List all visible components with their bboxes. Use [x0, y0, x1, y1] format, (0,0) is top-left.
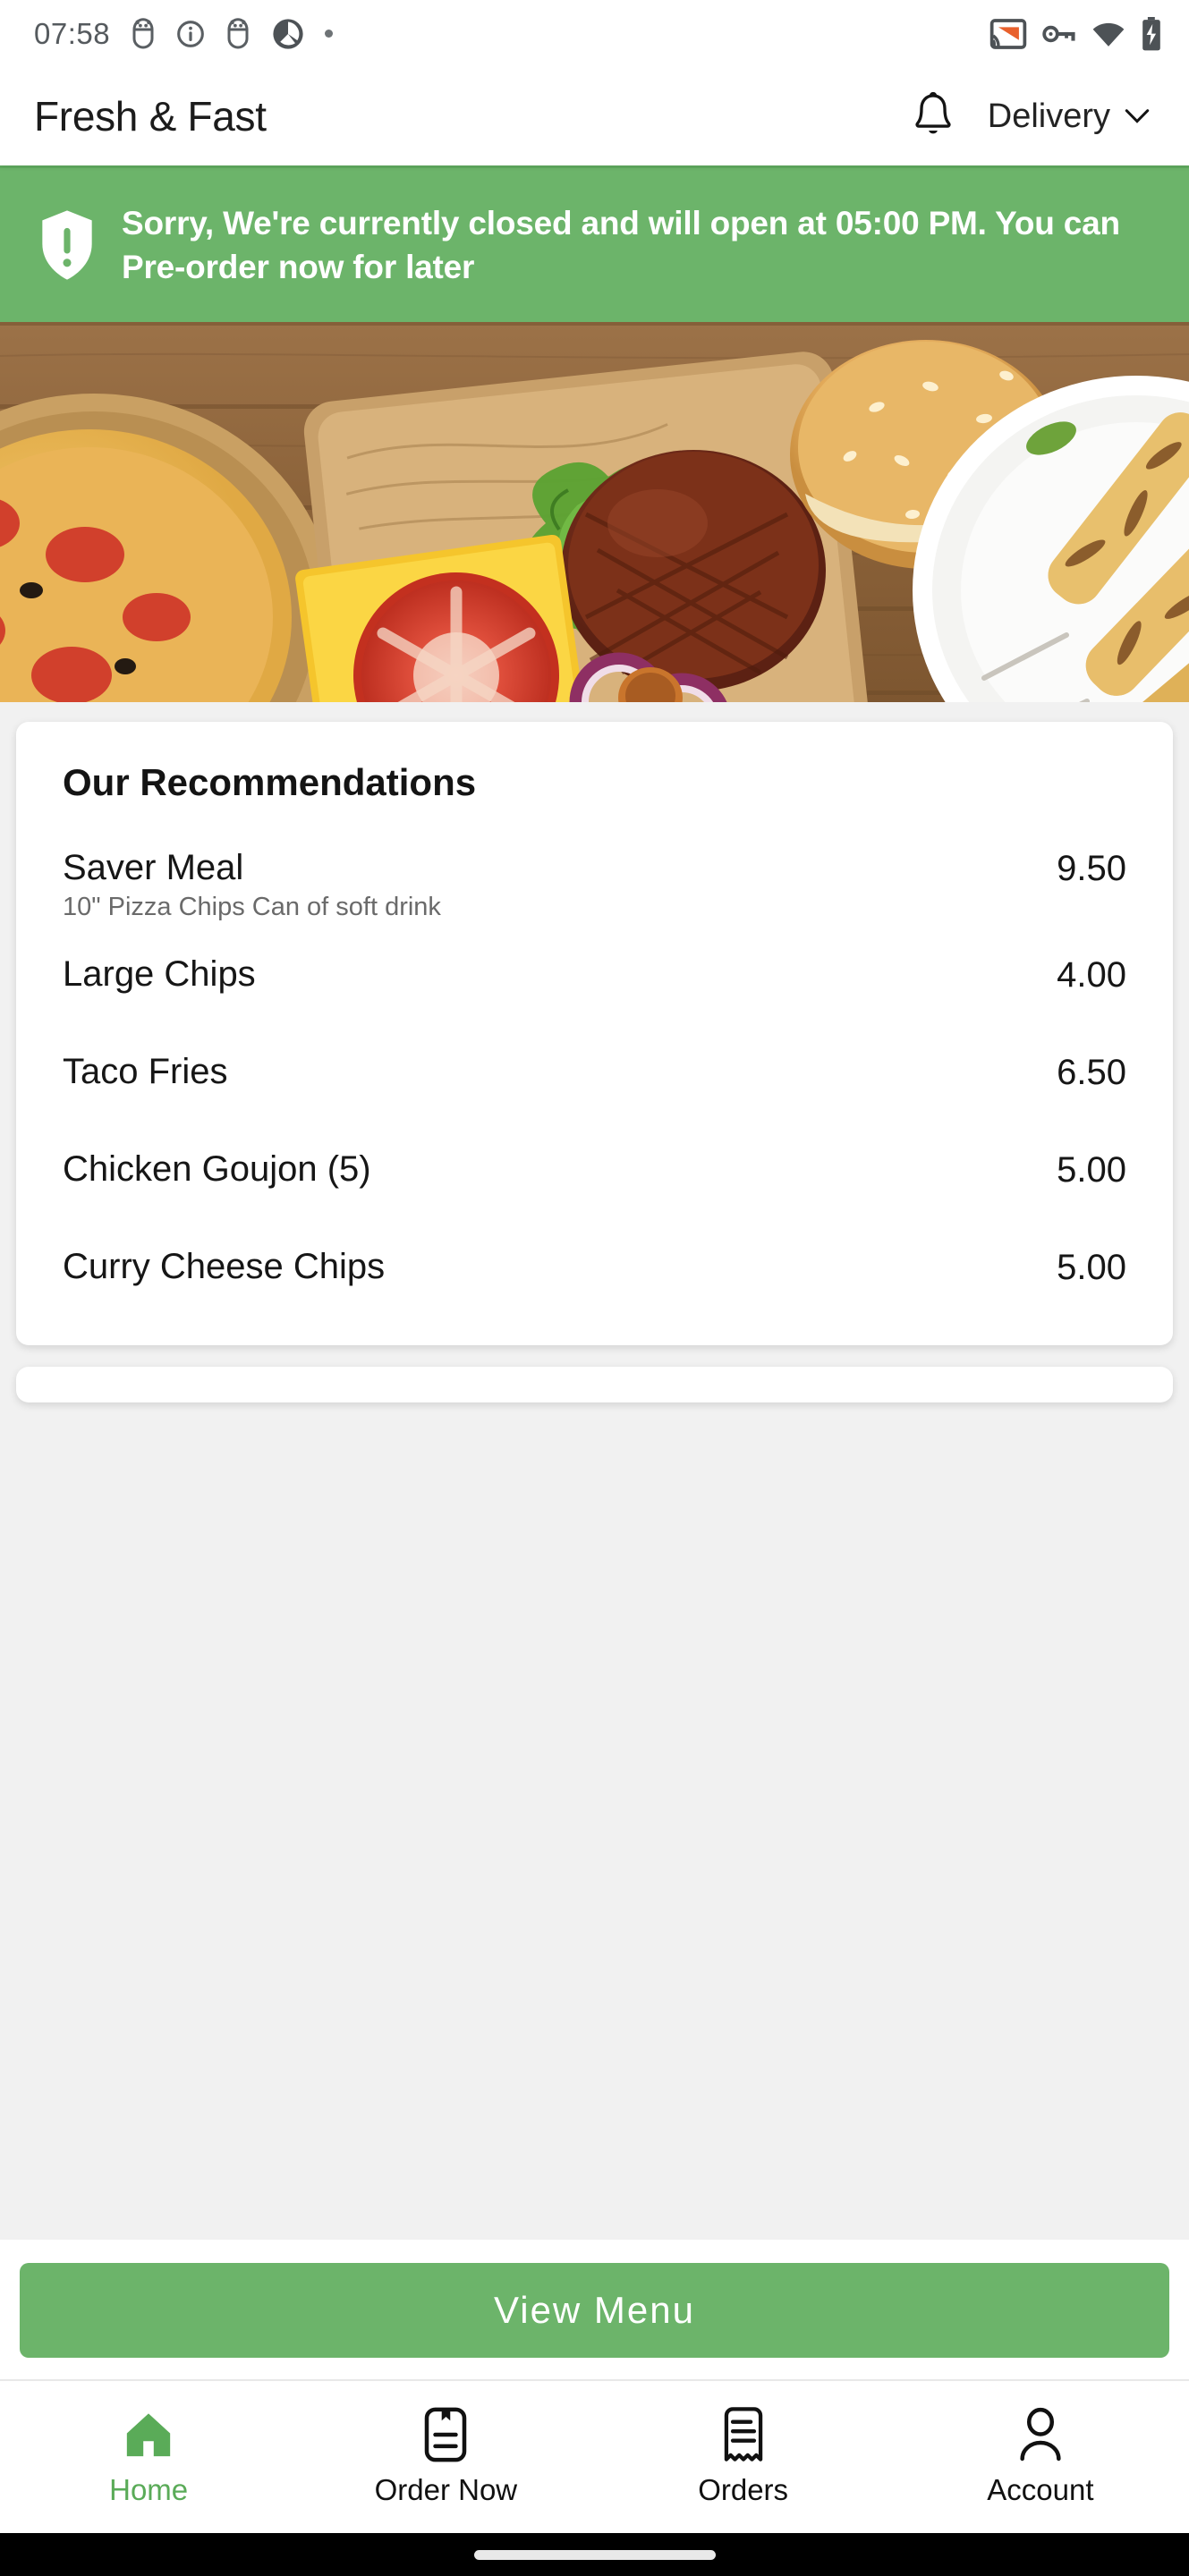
menu-item-row[interactable]: Saver Meal 10" Pizza Chips Can of soft d…: [50, 827, 1139, 941]
home-icon: [123, 2407, 174, 2462]
nav-label-home: Home: [109, 2473, 189, 2506]
android-debug-icon: [132, 17, 154, 48]
hero-food-photo: [0, 322, 1189, 703]
bottom-navigation: Home Order Now Orders Account: [0, 2379, 1189, 2533]
menu-item-row[interactable]: Curry Cheese Chips 5.00: [50, 1230, 1139, 1315]
app-header-actions: Delivery: [909, 90, 1150, 142]
menu-item-row[interactable]: Chicken Goujon (5) 5.00: [50, 1132, 1139, 1230]
shield-exclamation-icon: [42, 210, 92, 280]
app-sync-icon: [273, 18, 303, 49]
dot-indicator-icon: [325, 30, 334, 38]
menu-book-icon: [423, 2407, 468, 2462]
main-content: Our Recommendations Saver Meal 10" Pizza…: [0, 702, 1189, 2379]
nav-label-orders: Orders: [698, 2473, 789, 2506]
status-bar: 07:58: [0, 0, 1189, 67]
menu-item-info: Saver Meal 10" Pizza Chips Can of soft d…: [63, 847, 441, 923]
receipt-icon: [721, 2407, 766, 2462]
menu-item-price: 6.50: [1057, 1053, 1126, 1093]
menu-item-row[interactable]: Taco Fries 6.50: [50, 1035, 1139, 1132]
chevron-down-icon: [1125, 109, 1150, 123]
recommendations-card: Our Recommendations Saver Meal 10" Pizza…: [16, 722, 1173, 1346]
menu-item-info: Large Chips: [63, 953, 256, 995]
menu-item-name: Large Chips: [63, 954, 256, 995]
nav-item-home[interactable]: Home: [0, 2381, 297, 2533]
android-debug-icon: [227, 17, 249, 48]
info-circle-icon: [177, 20, 204, 47]
delivery-mode-label: Delivery: [987, 97, 1110, 135]
menu-item-price: 5.00: [1057, 1150, 1126, 1191]
status-bar-right: [989, 16, 1162, 51]
status-bar-clock: 07:58: [34, 16, 111, 50]
bell-icon[interactable]: [909, 90, 957, 142]
view-menu-bar: View Menu: [0, 2240, 1189, 2379]
system-gesture-bar: [0, 2533, 1189, 2576]
menu-item-info: Chicken Goujon (5): [63, 1148, 371, 1190]
menu-item-name: Curry Cheese Chips: [63, 1247, 386, 1287]
menu-item-info: Taco Fries: [63, 1051, 228, 1092]
gesture-pill[interactable]: [473, 2549, 716, 2560]
nav-item-orders[interactable]: Orders: [595, 2381, 892, 2533]
closed-status-message: Sorry, We're currently closed and will o…: [122, 205, 1120, 286]
phone-screen: 07:58 Fresh & Fast Delivery Sorry, We're…: [0, 0, 1189, 2576]
vpn-key-icon: [1042, 25, 1075, 42]
menu-item-name: Taco Fries: [63, 1052, 228, 1092]
delivery-mode-selector[interactable]: Delivery: [988, 97, 1150, 136]
closed-status-banner: Sorry, We're currently closed and will o…: [0, 165, 1189, 323]
nav-item-account[interactable]: Account: [892, 2381, 1189, 2533]
page-title: Fresh & Fast: [34, 93, 267, 140]
restaurant-hero-image: [0, 322, 1189, 703]
wifi-icon: [1092, 22, 1125, 47]
menu-item-price: 4.00: [1057, 955, 1126, 996]
status-bar-left: 07:58: [34, 16, 334, 51]
menu-item-name: Chicken Goujon (5): [63, 1149, 371, 1190]
menu-item-name: Saver Meal: [63, 848, 244, 888]
menu-item-price: 5.00: [1057, 1248, 1126, 1288]
menu-item-info: Curry Cheese Chips: [63, 1246, 385, 1287]
nav-item-order-now[interactable]: Order Now: [297, 2381, 594, 2533]
person-icon: [1017, 2407, 1064, 2462]
cast-icon: [989, 18, 1027, 49]
recommendations-title: Our Recommendations: [63, 761, 477, 804]
menu-item-row[interactable]: Large Chips 4.00: [50, 941, 1139, 1035]
menu-item-price: 9.50: [1057, 849, 1126, 889]
nav-label-account: Account: [987, 2473, 1094, 2506]
app-header: Fresh & Fast Delivery: [0, 67, 1189, 165]
battery-charging-icon: [1142, 16, 1160, 50]
menu-item-description: 10" Pizza Chips Can of soft drink: [63, 893, 441, 922]
view-menu-button[interactable]: View Menu: [20, 2263, 1169, 2358]
next-card-preview: [16, 1367, 1173, 1403]
nav-label-order-now: Order Now: [374, 2473, 518, 2506]
